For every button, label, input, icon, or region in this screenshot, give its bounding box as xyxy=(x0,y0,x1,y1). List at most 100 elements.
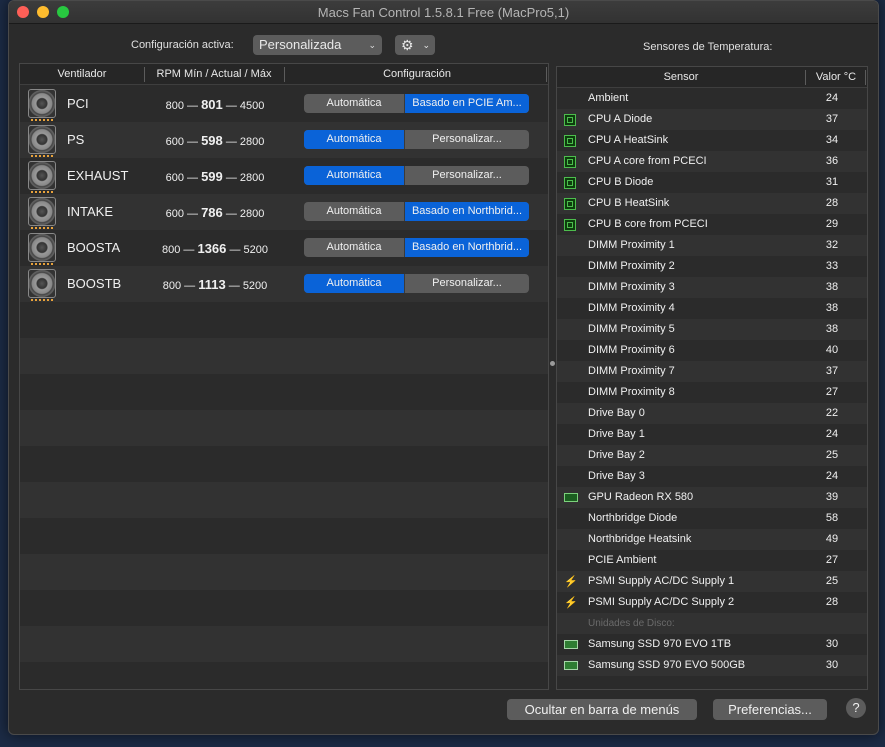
fan-rpm-max: 5200 xyxy=(242,280,268,292)
sensor-row[interactable]: DIMM Proximity 4 38 xyxy=(557,298,867,319)
auto-mode-button[interactable]: Automática xyxy=(304,238,404,257)
custom-mode-button[interactable]: Basado en PCIE Am... xyxy=(405,94,529,113)
col-fan[interactable]: Ventilador xyxy=(20,64,144,85)
fan-icon xyxy=(28,269,56,301)
sensor-value: 24 xyxy=(825,92,839,104)
sensor-row[interactable]: GPU Radeon RX 580 39 xyxy=(557,487,867,508)
sensor-row[interactable]: CPU A Diode 37 xyxy=(557,109,867,130)
col-value[interactable]: Valor °C xyxy=(807,67,865,88)
bolt-icon: ⚡ xyxy=(564,597,578,609)
auto-mode-button[interactable]: Automática xyxy=(304,94,404,113)
fan-icon xyxy=(28,89,56,121)
col-rpm[interactable]: RPM Mín / Actual / Máx xyxy=(144,64,284,85)
sensor-row[interactable]: Northbridge Heatsink 49 xyxy=(557,529,867,550)
chevron-down-icon: ⌄ xyxy=(368,40,376,50)
sensor-value: 32 xyxy=(825,239,839,251)
fan-rpm-max: 2800 xyxy=(239,208,265,220)
sensor-value: 22 xyxy=(825,407,839,419)
custom-mode-button[interactable]: Basado en Northbrid... xyxy=(405,202,529,221)
fan-row[interactable]: BOOSTB 800 — 1113 — 5200 Automática Persona… xyxy=(20,266,548,302)
sensor-row[interactable]: Drive Bay 0 22 xyxy=(557,403,867,424)
fan-rpm-current: 599 xyxy=(201,169,223,184)
sensor-row[interactable]: CPU B Diode 31 xyxy=(557,172,867,193)
title-bar: Macs Fan Control 1.5.8.1 Free (MacPro5,1… xyxy=(9,1,878,24)
fan-mode-control: Automática Personalizar... xyxy=(304,274,529,293)
fan-rpm: 600 — 598 — 2800 xyxy=(165,133,265,148)
fan-row[interactable]: PCI 800 — 801 — 4500 Automática Basado en P… xyxy=(20,86,548,122)
close-window-button[interactable] xyxy=(17,6,29,18)
sensor-row[interactable]: Drive Bay 3 24 xyxy=(557,466,867,487)
sensor-row[interactable]: ⚡ PSMI Supply AC/DC Supply 1 25 xyxy=(557,571,867,592)
sensor-name: DIMM Proximity 3 xyxy=(588,281,675,293)
sensor-row[interactable]: CPU A core from PCECI 36 xyxy=(557,151,867,172)
sensor-value: 30 xyxy=(825,638,839,650)
sensor-row[interactable]: Ambient 24 xyxy=(557,88,867,109)
custom-mode-button[interactable]: Basado en Northbrid... xyxy=(405,238,529,257)
active-config-value: Personalizada xyxy=(259,37,342,52)
help-button[interactable]: ? xyxy=(846,698,866,718)
sensor-value: 30 xyxy=(825,659,839,671)
sensor-row[interactable]: Samsung SSD 970 EVO 500GB 30 xyxy=(557,655,867,676)
sensor-name: Samsung SSD 970 EVO 500GB xyxy=(588,659,746,671)
zoom-window-button[interactable] xyxy=(57,6,69,18)
sensor-row[interactable]: CPU A HeatSink 34 xyxy=(557,130,867,151)
sensor-row[interactable]: Samsung SSD 970 EVO 1TB 30 xyxy=(557,634,867,655)
sensor-row[interactable]: DIMM Proximity 6 40 xyxy=(557,340,867,361)
fan-name: BOOSTB xyxy=(67,276,122,291)
col-config[interactable]: Configuración xyxy=(284,64,550,85)
gpu-icon xyxy=(564,493,578,502)
sensor-value: 38 xyxy=(825,302,839,314)
empty-row xyxy=(20,626,548,662)
sensor-name: PCIE Ambient xyxy=(588,554,657,566)
fan-name: BOOSTA xyxy=(67,240,121,255)
active-config-select[interactable]: Personalizada ⌄ xyxy=(253,35,382,55)
hide-in-menubar-button[interactable]: Ocultar en barra de menús xyxy=(507,699,697,720)
auto-mode-button[interactable]: Automática xyxy=(304,202,404,221)
custom-mode-button[interactable]: Personalizar... xyxy=(405,274,529,293)
empty-row xyxy=(20,518,548,554)
preferences-button[interactable]: Preferencias... xyxy=(713,699,827,720)
sensor-row[interactable]: DIMM Proximity 5 38 xyxy=(557,319,867,340)
sensor-table-header: Sensor Valor °C xyxy=(557,67,867,88)
fan-row[interactable]: INTAKE 600 — 786 — 2800 Automática Basado e… xyxy=(20,194,548,230)
empty-row xyxy=(20,302,548,338)
bolt-icon: ⚡ xyxy=(564,576,578,588)
auto-mode-button[interactable]: Automática xyxy=(304,274,404,293)
sensor-value: 27 xyxy=(825,554,839,566)
sensor-value: 37 xyxy=(825,365,839,377)
sensor-value: 36 xyxy=(825,155,839,167)
auto-mode-button[interactable]: Automática xyxy=(304,166,404,185)
fan-rpm: 600 — 599 — 2800 xyxy=(165,169,265,184)
fan-row[interactable]: EXHAUST 600 — 599 — 2800 Automática Persona… xyxy=(20,158,548,194)
sensor-row[interactable]: ⚡ PSMI Supply AC/DC Supply 2 28 xyxy=(557,592,867,613)
custom-mode-button[interactable]: Personalizar... xyxy=(405,166,529,185)
sensor-row[interactable]: Northbridge Diode 58 xyxy=(557,508,867,529)
sensor-row[interactable]: DIMM Proximity 1 32 xyxy=(557,235,867,256)
fan-name: EXHAUST xyxy=(67,168,129,183)
auto-mode-button[interactable]: Automática xyxy=(304,130,404,149)
sensor-name: DIMM Proximity 8 xyxy=(588,386,675,398)
settings-menu-button[interactable]: ⚙ ⌄ xyxy=(395,35,435,55)
sensor-name: Samsung SSD 970 EVO 1TB xyxy=(588,638,732,650)
sensor-row[interactable]: PCIE Ambient 27 xyxy=(557,550,867,571)
sensor-name: DIMM Proximity 4 xyxy=(588,302,675,314)
fan-row[interactable]: BOOSTA 800 — 1366 — 5200 Automática Basado … xyxy=(20,230,548,266)
sensors-title: Sensores de Temperatura: xyxy=(643,41,773,53)
custom-mode-button[interactable]: Personalizar... xyxy=(405,130,529,149)
sensor-row[interactable]: Drive Bay 1 24 xyxy=(557,424,867,445)
chip-icon xyxy=(564,135,576,147)
sensor-value: 24 xyxy=(825,470,839,482)
fan-row[interactable]: PS 600 — 598 — 2800 Automática Personalizar… xyxy=(20,122,548,158)
sensor-row[interactable]: DIMM Proximity 3 38 xyxy=(557,277,867,298)
sensor-row[interactable]: CPU B core from PCECI 29 xyxy=(557,214,867,235)
minimize-window-button[interactable] xyxy=(37,6,49,18)
split-view-handle[interactable] xyxy=(550,361,555,366)
sensor-row[interactable]: DIMM Proximity 2 33 xyxy=(557,256,867,277)
sensor-row[interactable]: DIMM Proximity 7 37 xyxy=(557,361,867,382)
sensor-row[interactable]: DIMM Proximity 8 27 xyxy=(557,382,867,403)
sensor-name: CPU B Diode xyxy=(588,176,654,188)
sensor-value: 27 xyxy=(825,386,839,398)
sensor-row[interactable]: CPU B HeatSink 28 xyxy=(557,193,867,214)
col-sensor[interactable]: Sensor xyxy=(557,67,805,88)
sensor-row[interactable]: Drive Bay 2 25 xyxy=(557,445,867,466)
